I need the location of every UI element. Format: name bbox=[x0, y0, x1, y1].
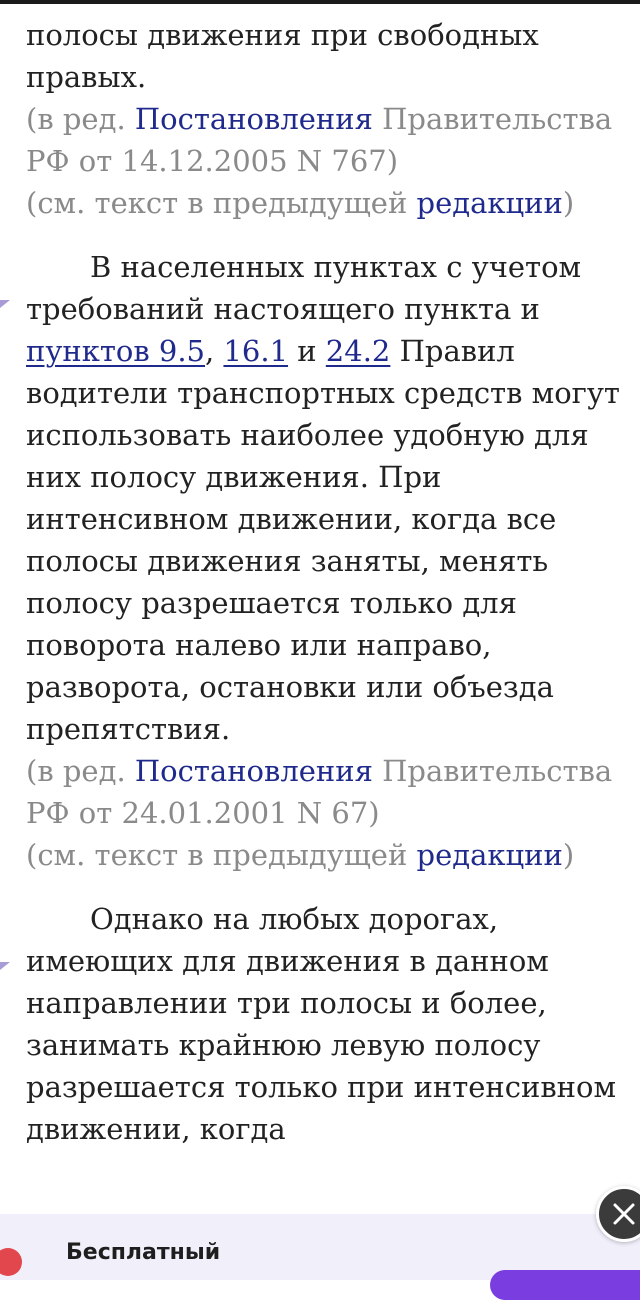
paragraph-marker-icon bbox=[0, 962, 10, 970]
previous-edition-note-1-prefix: (см. текст в предыдущей bbox=[26, 186, 417, 220]
banner-logo-icon bbox=[0, 1248, 22, 1276]
rule-link-9-5[interactable]: пунктов 9.5 bbox=[26, 334, 205, 368]
banner-title: Бесплатный bbox=[66, 1240, 221, 1265]
paragraph-marker-icon bbox=[0, 300, 10, 308]
previous-edition-note-2-prefix: (см. текст в предыдущей bbox=[26, 838, 417, 872]
previous-edition-note-1-suffix: ) bbox=[562, 186, 575, 220]
rule-link-24-2[interactable]: 24.2 bbox=[326, 334, 391, 368]
previous-edition-note-2-suffix: ) bbox=[562, 838, 575, 872]
previous-edition-note-2: (см. текст в предыдущей редакции) bbox=[26, 834, 622, 876]
edition-link-1[interactable]: редакции bbox=[417, 186, 563, 220]
previous-edition-note-1: (см. текст в предыдущей редакции) bbox=[26, 182, 622, 224]
paragraph-3: Однако на любых дорогах, имеющих для дви… bbox=[26, 902, 616, 1146]
paragraph-2: В населенных пунктах с учетом требований… bbox=[26, 246, 622, 750]
top-cutoff-line bbox=[0, 0, 640, 4]
paragraph-1: полосы движения при свободных правых. bbox=[26, 18, 539, 94]
edition-link-2[interactable]: редакции bbox=[417, 838, 563, 872]
close-icon bbox=[613, 1203, 635, 1225]
paragraph-2-sep1: , bbox=[205, 334, 224, 368]
decree-link-2[interactable]: Постановления bbox=[135, 754, 373, 788]
decree-link-1[interactable]: Постановления bbox=[135, 102, 373, 136]
document-body: полосы движения при свободных правых. (в… bbox=[26, 14, 622, 1150]
paragraph-2-part1: В населенных пунктах с учетом требований… bbox=[26, 250, 582, 326]
paragraph-2-sep2: и bbox=[288, 334, 326, 368]
banner-action-button[interactable] bbox=[490, 1270, 640, 1300]
edition-note-2-prefix: (в ред. bbox=[26, 754, 135, 788]
edition-note-1: (в ред. Постановления Правительства РФ о… bbox=[26, 98, 622, 182]
paragraph-2-part2: Правил водители транспортных средств мог… bbox=[26, 334, 620, 746]
rule-link-16-1[interactable]: 16.1 bbox=[223, 334, 288, 368]
edition-note-1-prefix: (в ред. bbox=[26, 102, 135, 136]
edition-note-2: (в ред. Постановления Правительства РФ о… bbox=[26, 750, 622, 834]
promo-banner[interactable]: Бесплатный bbox=[0, 1214, 640, 1300]
